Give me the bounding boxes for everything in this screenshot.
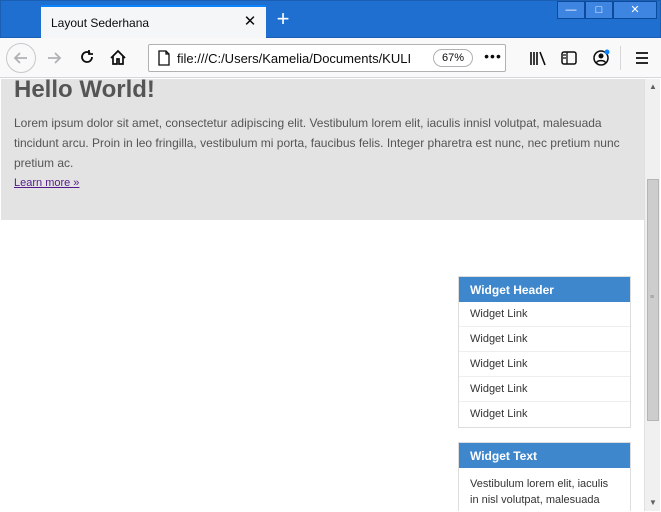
sidebar-button[interactable] bbox=[557, 46, 581, 70]
page-viewport: Hello World! Lorem ipsum dolor sit amet,… bbox=[1, 79, 644, 511]
scrollbar-grip-icon: ≡ bbox=[650, 294, 655, 301]
jumbotron: Hello World! Lorem ipsum dolor sit amet,… bbox=[1, 79, 644, 220]
account-icon bbox=[593, 49, 610, 66]
learn-more-link[interactable]: Learn more » bbox=[14, 177, 79, 189]
address-bar[interactable]: file:///C:/Users/Kamelia/Documents/KULI … bbox=[148, 44, 506, 72]
close-window-button[interactable]: ✕ bbox=[613, 1, 657, 19]
tab-title: Layout Sederhana bbox=[51, 16, 150, 30]
home-button[interactable] bbox=[106, 46, 130, 70]
sidebar-icon bbox=[561, 51, 577, 65]
zoom-level-button[interactable]: 67% bbox=[433, 49, 473, 67]
widget-text-header: Widget Text bbox=[459, 443, 630, 468]
scroll-up-arrow-icon[interactable]: ▲ bbox=[645, 79, 661, 95]
jumbotron-text: Lorem ipsum dolor sit amet, consectetur … bbox=[14, 116, 620, 170]
widget-text: Widget Text Vestibulum lorem elit, iacul… bbox=[458, 442, 631, 511]
url-text[interactable]: file:///C:/Users/Kamelia/Documents/KULI bbox=[177, 51, 427, 66]
menu-button[interactable] bbox=[630, 46, 654, 70]
forward-button[interactable] bbox=[42, 46, 66, 70]
vertical-scrollbar[interactable]: ▲ ≡ ▼ bbox=[644, 79, 660, 511]
page-title: Hello World! bbox=[14, 79, 155, 103]
library-icon bbox=[530, 51, 546, 66]
widget-link[interactable]: Widget Link bbox=[459, 327, 630, 352]
maximize-button[interactable]: □ bbox=[585, 1, 613, 19]
widget-header: Widget Header bbox=[459, 277, 630, 302]
minimize-button[interactable]: — bbox=[557, 1, 585, 19]
close-tab-icon[interactable]: ✕ bbox=[242, 14, 258, 30]
reload-button[interactable] bbox=[75, 46, 99, 70]
widget-links: Widget Header Widget Link Widget Link Wi… bbox=[458, 276, 631, 428]
widget-link[interactable]: Widget Link bbox=[459, 377, 630, 402]
account-button[interactable] bbox=[589, 46, 613, 70]
new-tab-button[interactable]: + bbox=[272, 8, 294, 31]
page-icon bbox=[157, 50, 171, 71]
page-actions-icon[interactable]: ••• bbox=[483, 47, 503, 67]
reload-icon bbox=[81, 50, 93, 63]
forward-arrow-icon bbox=[48, 52, 62, 64]
hamburger-menu-icon bbox=[636, 52, 648, 64]
widget-text-body: Vestibulum lorem elit, iaculis in nisl v… bbox=[470, 478, 609, 506]
widget-link[interactable]: Widget Link bbox=[459, 352, 630, 377]
widget-link[interactable]: Widget Link bbox=[459, 302, 630, 327]
home-icon bbox=[110, 49, 126, 65]
scroll-down-arrow-icon[interactable]: ▼ bbox=[645, 495, 661, 511]
library-button[interactable] bbox=[526, 46, 550, 70]
navigation-toolbar: file:///C:/Users/Kamelia/Documents/KULI … bbox=[0, 38, 661, 78]
scrollbar-thumb[interactable]: ≡ bbox=[647, 179, 659, 421]
window-controls: — □ ✕ bbox=[557, 1, 657, 19]
back-arrow-icon bbox=[9, 46, 33, 70]
widget-link[interactable]: Widget Link bbox=[459, 402, 630, 427]
browser-tab[interactable]: Layout Sederhana ✕ bbox=[41, 5, 266, 39]
window-titlebar: Layout Sederhana ✕ + — □ ✕ bbox=[0, 0, 661, 39]
toolbar-separator bbox=[620, 46, 621, 70]
